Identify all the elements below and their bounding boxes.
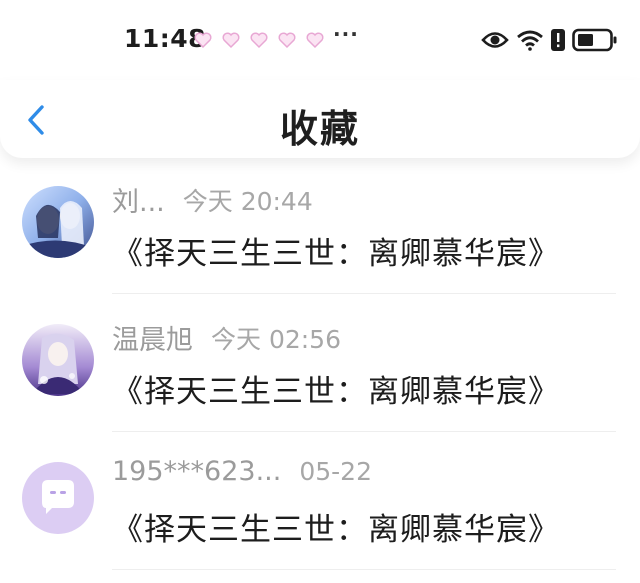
more-notifications-icon: ···	[333, 22, 359, 46]
status-bar: 11:48 ···	[0, 0, 640, 80]
item-meta: 温晨旭 今天 02:56	[112, 318, 341, 357]
eye-icon	[481, 32, 509, 48]
item-time: 05-22	[299, 457, 372, 486]
item-meta: 刘... 今天 20:44	[112, 180, 313, 219]
page-title: 收藏	[279, 107, 360, 151]
list-item[interactable]: 温晨旭 今天 02:56 《择天三生三世：离卿慕华宸》	[0, 316, 640, 454]
item-title: 《择天三生三世：离卿慕华宸》	[112, 512, 560, 548]
avatar[interactable]	[22, 324, 94, 396]
avatar[interactable]	[22, 462, 94, 534]
avatar[interactable]	[22, 186, 94, 258]
status-icons	[481, 28, 618, 52]
author-name: 温晨旭	[112, 325, 193, 356]
chat-bubble-icon	[42, 480, 74, 514]
heart-icon	[250, 32, 268, 49]
list-item[interactable]: 刘... 今天 20:44 《择天三生三世：离卿慕华宸》	[0, 178, 640, 316]
item-title: 《择天三生三世：离卿慕华宸》	[112, 236, 560, 272]
divider	[112, 293, 616, 294]
heart-icon	[278, 32, 296, 49]
item-time: 今天 02:56	[211, 324, 341, 354]
wifi-icon	[517, 30, 543, 51]
list-item[interactable]: 195***623... 05-22 《择天三生三世：离卿慕华宸》	[0, 454, 640, 583]
divider	[112, 431, 616, 432]
item-time: 今天 20:44	[182, 186, 313, 216]
notification-icons	[193, 30, 325, 50]
alert-icon	[551, 29, 565, 51]
item-meta: 195***623... 05-22	[112, 456, 372, 487]
divider	[112, 569, 616, 570]
author-name: 刘...	[112, 187, 165, 218]
item-title: 《择天三生三世：离卿慕华宸》	[112, 374, 560, 410]
favorites-list: 刘... 今天 20:44 《择天三生三世：离卿慕华宸》 温晨旭 今天 02:5…	[0, 178, 640, 583]
author-name: 195***623...	[112, 456, 282, 487]
heart-icon	[306, 32, 324, 49]
battery-icon	[572, 28, 617, 52]
heart-icon	[222, 32, 240, 49]
heart-icon	[194, 32, 212, 49]
nav-bar: 收藏	[0, 80, 640, 158]
